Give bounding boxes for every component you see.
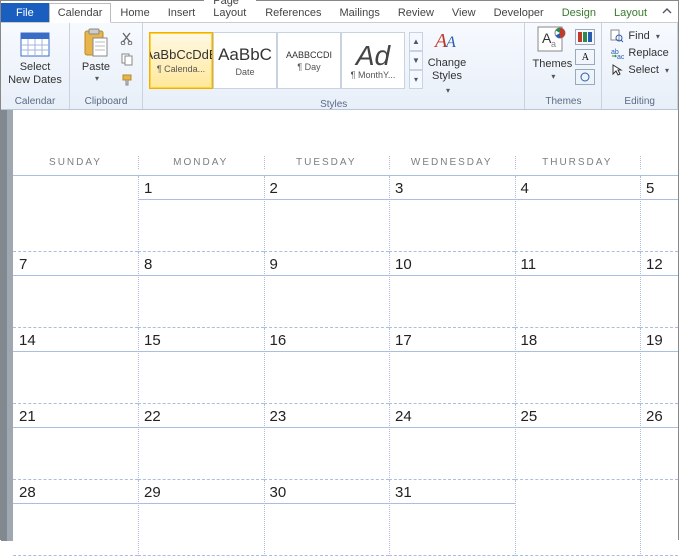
calendar-cell[interactable]: 8 bbox=[138, 252, 264, 328]
tab-strip: File CalendarHomeInsertPage LayoutRefere… bbox=[1, 1, 678, 23]
paste-button[interactable]: Paste▾ bbox=[76, 25, 116, 86]
ribbon: Select New Dates Calendar Paste▾ Clipboa… bbox=[1, 23, 678, 110]
tab-references[interactable]: References bbox=[256, 3, 330, 22]
paste-icon bbox=[80, 27, 112, 59]
calendar-cell[interactable]: 22 bbox=[138, 404, 264, 480]
ribbon-minimize-icon[interactable] bbox=[656, 3, 678, 22]
find-icon bbox=[610, 29, 624, 43]
group-label: Editing bbox=[608, 94, 671, 109]
calendar-cell[interactable] bbox=[13, 176, 138, 252]
group-label: Clipboard bbox=[76, 94, 136, 109]
calendar-header: MONDAY bbox=[138, 150, 264, 176]
calendar-header bbox=[640, 150, 678, 176]
style-item[interactable]: Ad¶ MonthY... bbox=[341, 32, 405, 89]
theme-colors-button[interactable] bbox=[575, 29, 595, 45]
tab-insert[interactable]: Insert bbox=[159, 3, 205, 22]
calendar-cell[interactable]: 23 bbox=[264, 404, 390, 480]
calendar-cell[interactable] bbox=[515, 480, 641, 556]
calendar-cell[interactable]: 21 bbox=[13, 404, 138, 480]
calendar-cell[interactable]: 10 bbox=[389, 252, 515, 328]
document-area: SUNDAYMONDAYTUESDAYWEDNESDAYTHURSDAY 123… bbox=[1, 110, 678, 541]
tab-mailings[interactable]: Mailings bbox=[330, 3, 388, 22]
calendar-cell[interactable]: 16 bbox=[264, 328, 390, 404]
calendar-cell[interactable]: 15 bbox=[138, 328, 264, 404]
calendar-cell[interactable]: 29 bbox=[138, 480, 264, 556]
calendar-icon bbox=[19, 27, 51, 59]
calendar-cell[interactable]: 24 bbox=[389, 404, 515, 480]
group-label: Themes bbox=[531, 94, 595, 109]
format-painter-button[interactable] bbox=[118, 71, 136, 89]
group-clipboard: Paste▾ Clipboard bbox=[70, 23, 143, 109]
replace-icon: abac bbox=[610, 46, 624, 60]
select-new-dates-button[interactable]: Select New Dates bbox=[7, 25, 63, 89]
tab-view[interactable]: View bbox=[443, 3, 485, 22]
group-calendar: Select New Dates Calendar bbox=[1, 23, 70, 109]
theme-effects-button[interactable] bbox=[575, 69, 595, 85]
style-item[interactable]: AaBbCDate bbox=[213, 32, 277, 89]
calendar-cell[interactable]: 11 bbox=[515, 252, 641, 328]
calendar-table[interactable]: SUNDAYMONDAYTUESDAYWEDNESDAYTHURSDAY 123… bbox=[13, 150, 678, 556]
calendar-cell[interactable]: 12 bbox=[640, 252, 678, 328]
calendar-cell[interactable]: 31 bbox=[389, 480, 515, 556]
select-button[interactable]: Select▾ bbox=[608, 62, 671, 78]
calendar-cell[interactable]: 25 bbox=[515, 404, 641, 480]
calendar-cell[interactable] bbox=[640, 480, 678, 556]
replace-button[interactable]: abacReplace bbox=[608, 45, 671, 61]
calendar-cell[interactable]: 26 bbox=[640, 404, 678, 480]
find-button[interactable]: Find▾ bbox=[608, 28, 671, 44]
calendar-header: WEDNESDAY bbox=[389, 150, 515, 176]
copy-button[interactable] bbox=[118, 50, 136, 68]
calendar-cell[interactable]: 1 bbox=[138, 176, 264, 252]
tab-page-layout[interactable]: Page Layout bbox=[204, 0, 256, 22]
group-label: Styles bbox=[149, 97, 518, 112]
calendar-cell[interactable]: 28 bbox=[13, 480, 138, 556]
calendar-cell[interactable]: 7 bbox=[13, 252, 138, 328]
svg-text:ac: ac bbox=[617, 54, 624, 60]
calendar-header: SUNDAY bbox=[13, 150, 138, 176]
calendar-cell[interactable]: 30 bbox=[264, 480, 390, 556]
tab-layout[interactable]: Layout bbox=[605, 3, 656, 22]
gallery-more-button[interactable]: ▾ bbox=[409, 70, 423, 89]
group-styles: AaBbCcDdE¶ Calenda...AaBbCDateAABBCCDI¶ … bbox=[143, 23, 525, 109]
calendar-cell[interactable]: 18 bbox=[515, 328, 641, 404]
select-icon bbox=[610, 63, 624, 77]
calendar-header: TUESDAY bbox=[264, 150, 390, 176]
page: SUNDAYMONDAYTUESDAYWEDNESDAYTHURSDAY 123… bbox=[13, 110, 678, 541]
calendar-cell[interactable]: 17 bbox=[389, 328, 515, 404]
group-label: Calendar bbox=[7, 94, 63, 109]
themes-icon: Aa bbox=[536, 25, 568, 55]
tab-review[interactable]: Review bbox=[389, 3, 443, 22]
calendar-cell[interactable]: 4 bbox=[515, 176, 641, 252]
gallery-down-button[interactable]: ▼ bbox=[409, 51, 423, 70]
calendar-cell[interactable]: 19 bbox=[640, 328, 678, 404]
cut-button[interactable] bbox=[118, 29, 136, 47]
calendar-cell[interactable]: 9 bbox=[264, 252, 390, 328]
gallery-up-button[interactable]: ▲ bbox=[409, 32, 423, 51]
tab-file[interactable]: File bbox=[1, 3, 49, 22]
themes-button[interactable]: Aa Themes▾ bbox=[531, 25, 573, 82]
svg-text:A: A bbox=[445, 34, 456, 51]
tab-home[interactable]: Home bbox=[111, 3, 158, 22]
style-item[interactable]: AABBCCDI¶ Day bbox=[277, 32, 341, 89]
calendar-cell[interactable]: 14 bbox=[13, 328, 138, 404]
calendar-cell[interactable]: 5 bbox=[640, 176, 678, 252]
calendar-header: THURSDAY bbox=[515, 150, 641, 176]
theme-fonts-button[interactable]: A bbox=[575, 49, 595, 65]
group-themes: Aa Themes▾ A Themes bbox=[525, 23, 602, 109]
tab-design[interactable]: Design bbox=[553, 3, 605, 22]
tab-developer[interactable]: Developer bbox=[485, 3, 553, 22]
tab-calendar[interactable]: Calendar bbox=[49, 3, 112, 23]
calendar-cell[interactable]: 3 bbox=[389, 176, 515, 252]
style-item[interactable]: AaBbCcDdE¶ Calenda... bbox=[149, 32, 213, 89]
svg-text:a: a bbox=[551, 39, 556, 49]
change-styles-button[interactable]: AA Change Styles▾ bbox=[425, 25, 469, 97]
change-styles-icon: AA bbox=[433, 27, 461, 53]
calendar-cell[interactable]: 2 bbox=[264, 176, 390, 252]
group-editing: Find▾ abacReplace Select▾ Editing bbox=[602, 23, 678, 109]
